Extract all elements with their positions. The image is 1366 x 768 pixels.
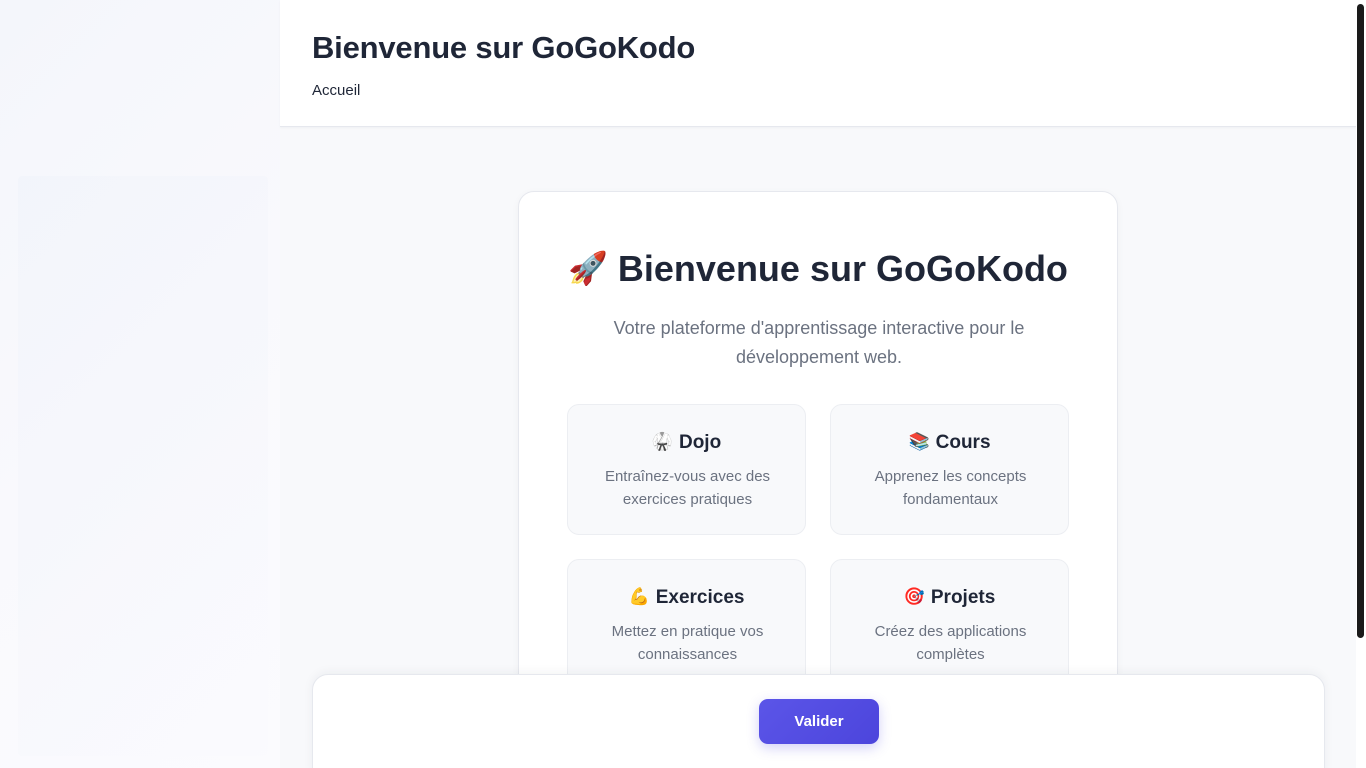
rocket-icon: 🚀	[568, 250, 608, 286]
sidebar	[0, 0, 280, 768]
sidebar-panel	[18, 176, 268, 756]
feature-card-dojo[interactable]: 🥋 Dojo Entraînez-vous avec des exercices …	[567, 404, 806, 535]
feature-title-text: Dojo	[678, 432, 722, 453]
feature-title: 📚 Cours	[831, 432, 1068, 454]
feature-description: Entraînez-vous avec des exercices pratiq…	[604, 468, 771, 508]
feature-card-projets[interactable]: 🎯 Projets Créez des applications complète…	[830, 559, 1069, 690]
feature-card-exercices[interactable]: 💪 Exercices Mettez en pratique vos connai…	[567, 559, 806, 690]
feature-description: Apprenez les concepts fondamentaux	[874, 468, 1027, 508]
welcome-title: 🚀 Bienvenue sur GoGoKodo	[519, 248, 1117, 290]
validate-button[interactable]: Valider	[759, 699, 879, 744]
feature-title: 💪 Exercices	[568, 587, 805, 609]
action-bar: Valider	[312, 674, 1325, 768]
welcome-subtitle: Votre plateforme d'apprentissage interac…	[613, 318, 1025, 367]
page-title: Bienvenue sur GoGoKodo	[312, 30, 696, 65]
flexed-biceps-icon: 💪	[628, 587, 650, 606]
feature-description: Mettez en pratique vos connaissances	[611, 623, 764, 663]
welcome-card: 🚀 Bienvenue sur GoGoKodo Votre plateforme…	[518, 191, 1118, 711]
feature-title: 🥋 Dojo	[568, 432, 805, 454]
feature-card-cours[interactable]: 📚 Cours Apprenez les concepts fondamentau…	[830, 404, 1069, 535]
target-icon: 🎯	[903, 587, 925, 606]
breadcrumb: Accueil	[312, 82, 360, 99]
welcome-title-text: Bienvenue sur GoGoKodo	[617, 248, 1068, 289]
scrollbar-thumb[interactable]	[1357, 4, 1364, 638]
feature-title-text: Cours	[935, 432, 991, 453]
feature-title-text: Exercices	[655, 587, 745, 608]
breadcrumb-item-home[interactable]: Accueil	[312, 82, 360, 99]
feature-description: Créez des applications complètes	[874, 623, 1027, 663]
books-icon: 📚	[908, 432, 930, 451]
app-root: Bienvenue sur GoGoKodo Accueil 🚀 Bienvenu…	[0, 0, 1366, 768]
feature-title: 🎯 Projets	[831, 587, 1068, 609]
page-header: Bienvenue sur GoGoKodo Accueil	[280, 0, 1356, 127]
martial-arts-uniform-icon: 🥋	[651, 432, 673, 451]
feature-title-text: Projets	[930, 587, 996, 608]
